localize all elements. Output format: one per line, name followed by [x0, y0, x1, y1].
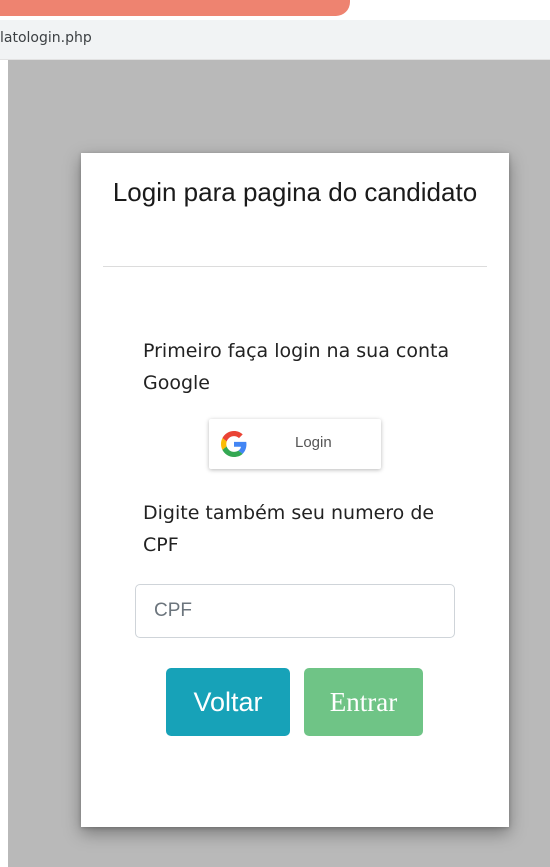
google-instruction-text: Primeiro faça login na sua conta Google	[143, 340, 450, 394]
login-card: Login para pagina do candidato Primeiro …	[81, 153, 509, 827]
google-g-icon	[221, 431, 247, 457]
address-bar-url[interactable]: latologin.php	[0, 30, 92, 46]
cpf-instruction-text: Digite também seu numero de CPF	[143, 502, 435, 556]
browser-tab-strip	[0, 0, 550, 20]
card-title: Login para pagina do candidato	[112, 177, 478, 207]
google-login-label: Login	[295, 434, 332, 451]
address-bar[interactable]: latologin.php	[0, 20, 550, 60]
submit-button[interactable]: Entrar	[304, 668, 423, 736]
cpf-input[interactable]	[135, 584, 455, 638]
card-divider	[103, 266, 487, 267]
back-button[interactable]: Voltar	[166, 668, 290, 736]
active-tab[interactable]	[0, 0, 350, 16]
viewport-edge	[0, 60, 8, 867]
google-login-button[interactable]: Login	[209, 419, 381, 469]
